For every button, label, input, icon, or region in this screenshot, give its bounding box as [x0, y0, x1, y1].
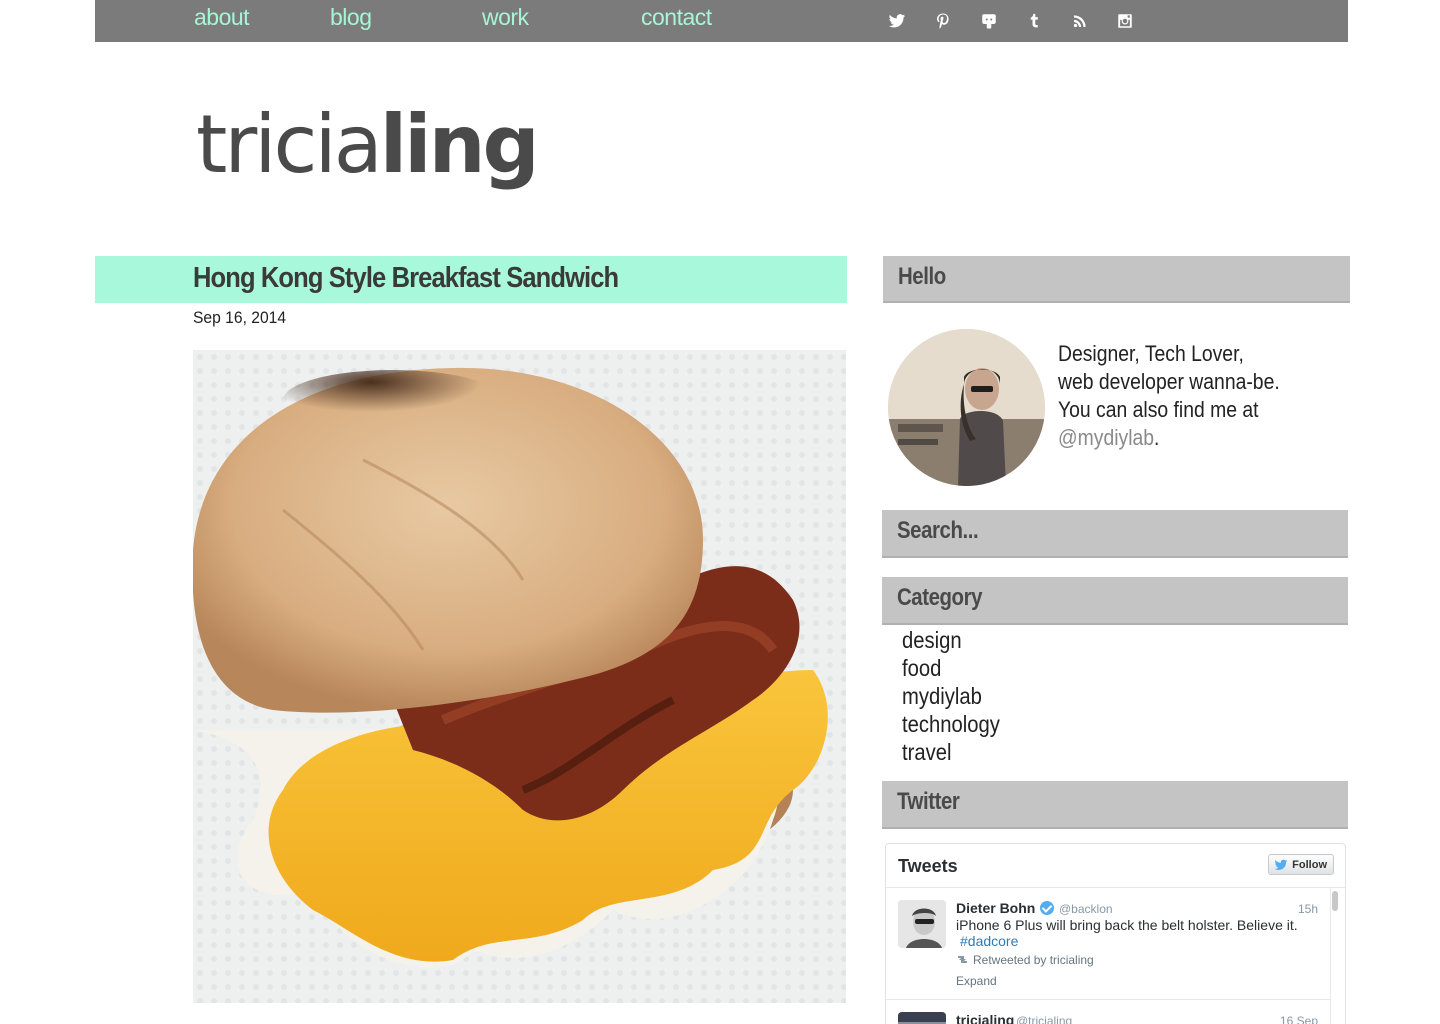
pinterest-icon[interactable] [933, 11, 953, 31]
twitter-section-header: Twitter [882, 781, 1348, 829]
bio-handle-link[interactable]: @mydiylab [1058, 425, 1154, 450]
tweet-author-name[interactable]: Dieter Bohn [956, 900, 1055, 916]
avatar [888, 329, 1045, 486]
post-photo[interactable] [193, 350, 846, 1003]
follow-button[interactable]: Follow [1268, 854, 1334, 875]
github-icon[interactable] [979, 11, 999, 31]
instagram-icon[interactable] [1115, 11, 1135, 31]
post-date: Sep 16, 2014 [193, 308, 287, 327]
category-section-header: Category [882, 577, 1348, 625]
tumblr-icon[interactable] [1024, 11, 1044, 31]
bio-period: . [1154, 425, 1160, 450]
tweet-author-handle[interactable]: @tricialing [1016, 1014, 1072, 1024]
tweet-expand-link[interactable]: Expand [956, 974, 997, 988]
nav-link-work[interactable]: work [482, 4, 529, 31]
breakfast-sandwich-image [193, 350, 846, 1003]
twitter-heading: Twitter [897, 788, 960, 815]
post-title[interactable]: Hong Kong Style Breakfast Sandwich [193, 262, 619, 295]
bio-text: Designer, Tech Lover, web developer wann… [1058, 340, 1280, 452]
logo-bold-text: ling [379, 98, 540, 191]
search-input[interactable] [882, 510, 1348, 558]
category-link-travel[interactable]: travel [902, 738, 1000, 766]
category-heading: Category [897, 584, 983, 611]
nav-link-about[interactable]: about [194, 4, 250, 31]
tweet-list-scrollbar[interactable] [1331, 889, 1339, 1024]
tweet-author-avatar[interactable] [898, 1012, 946, 1024]
category-link-mydiylab[interactable]: mydiylab [902, 682, 1000, 710]
tweet-author-name[interactable]: tricialing [956, 1012, 1014, 1024]
tweet-item[interactable]: tricialing @tricialing 16 Sep [886, 1000, 1330, 1024]
bio-line: Designer, Tech Lover, [1058, 341, 1244, 366]
top-navigation-bar: about blog work contact [95, 0, 1348, 42]
nav-link-blog[interactable]: blog [330, 4, 372, 31]
rss-icon[interactable] [1070, 11, 1090, 31]
hello-heading: Hello [898, 263, 946, 290]
tweet-item[interactable]: Dieter Bohn @backlon 15h iPhone 6 Plus w… [886, 888, 1330, 990]
twitter-widget: Tweets Follow Dieter Bohn @backlon 15h i… [885, 843, 1346, 1024]
twitter-bird-icon [1274, 859, 1288, 870]
tweet-author-avatar[interactable] [898, 900, 946, 948]
verified-icon [1040, 901, 1055, 915]
tweet-text: iPhone 6 Plus will bring back the belt h… [956, 917, 1298, 933]
twitter-widget-header: Tweets Follow [886, 844, 1345, 888]
tweet-timestamp[interactable]: 15h [1298, 902, 1318, 916]
retweet-icon [958, 956, 967, 963]
bio-line: web developer wanna-be. [1058, 369, 1280, 394]
site-logo[interactable]: tricialing [196, 105, 540, 185]
nav-link-contact[interactable]: contact [641, 4, 712, 31]
category-link-technology[interactable]: technology [902, 710, 1000, 738]
post-title-bar: Hong Kong Style Breakfast Sandwich [95, 256, 847, 303]
follow-label: Follow [1292, 858, 1327, 871]
tweet-hashtag-link[interactable]: #dadcore [960, 933, 1018, 949]
bio-line: You can also find me at [1058, 397, 1259, 422]
twitter-icon[interactable] [887, 11, 907, 31]
category-list: design food mydiylab technology travel [902, 626, 1013, 766]
category-link-design[interactable]: design [902, 626, 1000, 654]
tweet-author-handle[interactable]: @backlon [1059, 902, 1113, 916]
hello-section-header: Hello [883, 256, 1350, 303]
logo-light-text: tricia [196, 98, 383, 191]
retweeted-by-label: Retweeted by tricialing [956, 953, 1094, 967]
tweet-timestamp[interactable]: 16 Sep [1280, 1014, 1318, 1024]
twitter-widget-title: Tweets [898, 856, 958, 876]
category-link-food[interactable]: food [902, 654, 1000, 682]
